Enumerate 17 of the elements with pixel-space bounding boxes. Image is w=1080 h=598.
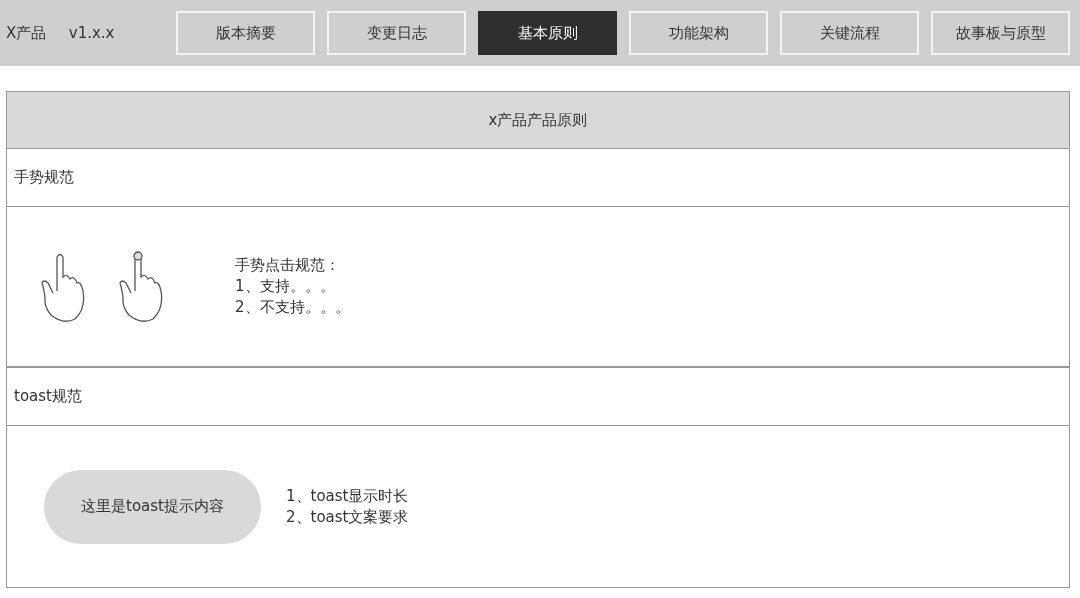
spec-text: 1、toast显示时长 xyxy=(286,485,409,507)
page-title: x产品产品原则 xyxy=(488,109,588,131)
spec-text: 2、不支持。。。 xyxy=(235,297,350,318)
nav-tab[interactable]: 基本原则 xyxy=(478,11,617,55)
nav-tab[interactable]: 功能架构 xyxy=(629,11,768,55)
version-label: v1.x.x xyxy=(68,22,115,44)
nav-tab[interactable]: 版本摘要 xyxy=(176,11,315,55)
spec-text: 手势点击规范： xyxy=(235,255,341,276)
product-name: X产品 xyxy=(6,22,47,44)
spec-text: 2、toast文案要求 xyxy=(286,506,409,528)
spec-text: 1、支持。。。 xyxy=(235,276,336,297)
section-title: 手势规范 xyxy=(14,167,74,189)
section-title: toast规范 xyxy=(14,386,82,408)
nav-tab[interactable]: 关键流程 xyxy=(780,11,919,55)
toast-sample: 这里是toast提示内容 xyxy=(44,469,261,544)
nav-tab[interactable]: 变更日志 xyxy=(327,11,466,55)
nav-tab[interactable]: 故事板与原型 xyxy=(931,11,1070,55)
